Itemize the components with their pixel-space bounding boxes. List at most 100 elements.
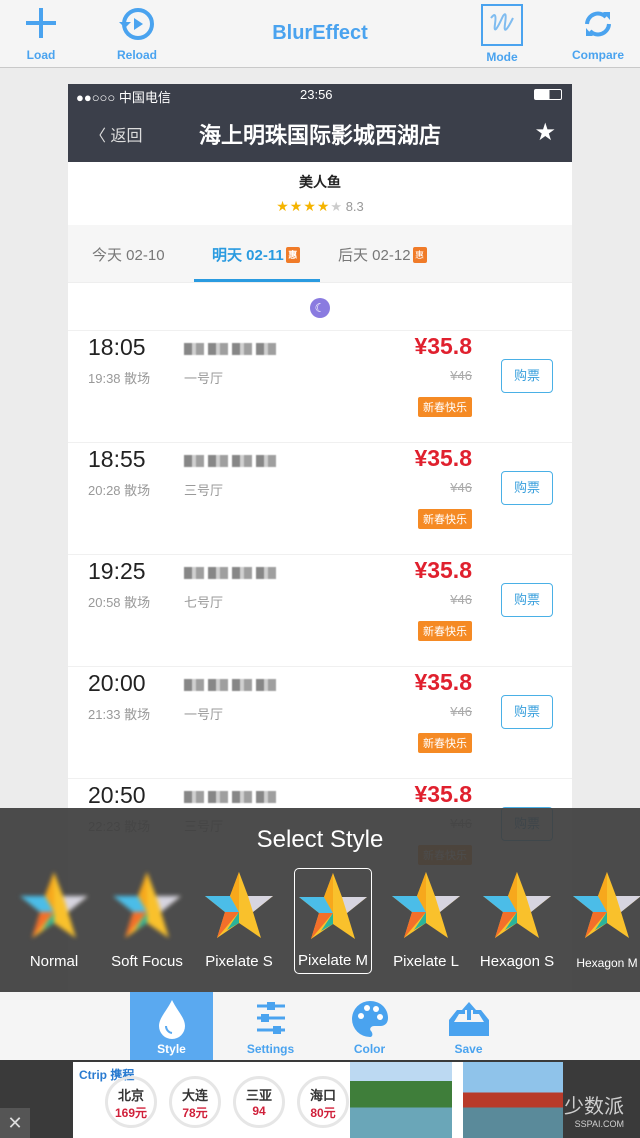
tab-label: 今天 02-10 (92, 247, 165, 264)
price: ¥35.8 (414, 445, 472, 471)
mode-label: Mode (486, 50, 518, 64)
tab-tomorrow[interactable]: 明天 02-11 惠 (212, 244, 300, 265)
tab-label: 明天 02-11 (212, 247, 284, 264)
app-title: BlurEffect (272, 22, 368, 44)
buy-ticket-button[interactable]: 购票 (501, 583, 553, 617)
end-time: 20:28 散场 (88, 483, 151, 498)
discount-badge: 惠 (412, 247, 427, 263)
style-option-soft-focus[interactable]: Soft Focus (108, 868, 186, 974)
ad-city-price[interactable]: 海口 80元 (297, 1076, 349, 1128)
price: ¥35.8 (414, 669, 472, 695)
tab-color[interactable]: Color (328, 992, 411, 1060)
top-toolbar: Load Reload BlurEffect Mode Compare (0, 0, 640, 68)
active-tab-indicator (194, 279, 320, 282)
style-picker: Select Style Normal Soft Focus Pixelate … (0, 808, 640, 992)
favorite-star-icon[interactable]: ★ (534, 118, 556, 147)
pixelated-text (184, 567, 280, 579)
refresh-compare-icon (585, 11, 611, 37)
pixelated-text (184, 679, 280, 691)
ad-banner[interactable]: Ctrip 携程 北京 169元 大连 78元 三亚 94 海口 80元 少数派 SSPAI.C… (0, 1060, 640, 1138)
ad-content[interactable]: Ctrip 携程 北京 169元 大连 78元 三亚 94 海口 80元 (73, 1062, 563, 1138)
load-label: Load (26, 48, 56, 62)
night-divider: ☾ (68, 283, 572, 330)
empty-star-icon: ★ (330, 199, 343, 214)
start-time: 20:00 (88, 670, 146, 696)
promo-badge: 新春快乐 (418, 733, 472, 753)
start-time: 19:25 (88, 558, 146, 584)
status-bar: ●●○○○ 中国电信 23:56 (68, 84, 572, 105)
ad-landscape-image (350, 1062, 452, 1138)
mode-scribble-icon (481, 4, 523, 46)
hall: 一号厅 (184, 371, 224, 386)
start-time: 18:55 (88, 446, 146, 472)
star-preview-icon (392, 872, 460, 938)
style-label: Hexagon M (576, 956, 638, 970)
watermark-text: 少数派 (564, 1096, 624, 1118)
style-label: Pixelate S (205, 953, 273, 970)
style-option-pixelate-l[interactable]: Pixelate L (387, 868, 465, 974)
compare-button[interactable]: Compare (558, 4, 638, 62)
tab-label: Save (454, 1042, 483, 1056)
pixelated-text (184, 791, 280, 803)
end-time: 19:38 散场 (88, 371, 151, 386)
city-price: 78元 (182, 1106, 208, 1120)
city-name: 北京 (117, 1088, 144, 1103)
hall: 七号厅 (184, 595, 224, 610)
style-option-pixelate-s[interactable]: Pixelate S (200, 868, 278, 974)
price: ¥35.8 (414, 333, 472, 359)
city-price: 80元 (310, 1106, 336, 1120)
showtime-row: 19:25 20:58 散场 七号厅 ¥35.8 ¥46 新春快乐 购票 (68, 554, 572, 666)
tab-label: Style (157, 1042, 186, 1056)
ad-city-price[interactable]: 大连 78元 (169, 1076, 221, 1128)
mode-button[interactable]: Mode (462, 4, 542, 64)
style-option-hexagon-m[interactable]: Hexagon M (568, 868, 640, 974)
tab-day-after[interactable]: 后天 02-12 惠 (338, 244, 427, 265)
battery-icon (534, 89, 562, 100)
showtime-row: 18:55 20:28 散场 三号厅 ¥35.8 ¥46 新春快乐 购票 (68, 442, 572, 554)
promo-badge: 新春快乐 (418, 397, 472, 417)
style-option-hexagon-s[interactable]: Hexagon S (478, 868, 556, 974)
pixelated-text (184, 455, 280, 467)
original-price: ¥46 (450, 368, 472, 383)
star-preview-icon (205, 872, 273, 938)
tab-label: 后天 02-12 (338, 247, 411, 264)
ad-pavilion-image (463, 1062, 563, 1138)
rating-score: 8.3 (345, 199, 364, 214)
style-picker-title: Select Style (256, 826, 384, 853)
close-ad-button[interactable]: ✕ (0, 1108, 30, 1138)
price: ¥35.8 (414, 557, 472, 583)
ad-city-price[interactable]: 三亚 94 (233, 1076, 285, 1128)
city-price: 169元 (114, 1106, 148, 1120)
cinema-title: 海上明珠国际影城西湖店 (198, 123, 441, 148)
tab-settings[interactable]: Settings (229, 992, 312, 1060)
save-export-icon (448, 1002, 489, 1036)
date-tabs: 今天 02-10 明天 02-11 惠 后天 02-12 惠 (68, 225, 572, 283)
tab-label: Color (353, 1042, 386, 1056)
tab-today[interactable]: 今天 02-10 (92, 244, 165, 265)
buy-ticket-button[interactable]: 购票 (501, 359, 553, 393)
buy-ticket-button[interactable]: 购票 (501, 695, 553, 729)
style-option-pixelate-m[interactable]: Pixelate M (294, 868, 372, 974)
showtime-row: 20:00 21:33 散场 一号厅 ¥35.8 ¥46 新春快乐 购票 (68, 666, 572, 778)
city-name: 大连 (181, 1088, 208, 1103)
ad-city-price[interactable]: 北京 169元 (105, 1076, 157, 1128)
hall: 一号厅 (184, 707, 224, 722)
sliders-icon (256, 1002, 285, 1034)
rating: ★★★★★ 8.3 (68, 198, 572, 215)
tab-save[interactable]: Save (427, 992, 510, 1060)
moon-icon: ☾ (310, 298, 330, 318)
rating-stars: ★★★★ (276, 198, 331, 214)
start-time: 18:05 (88, 334, 146, 360)
original-price: ¥46 (450, 704, 472, 719)
drop-icon (158, 1000, 185, 1039)
original-price: ¥46 (450, 592, 472, 607)
clock: 23:56 (300, 87, 333, 102)
style-label: Hexagon S (479, 953, 555, 970)
tab-label: Settings (246, 1042, 295, 1056)
promo-badge: 新春快乐 (418, 509, 472, 529)
buy-ticket-button[interactable]: 购票 (501, 471, 553, 505)
city-price: 94 (252, 1104, 266, 1118)
tab-style[interactable]: Style (130, 992, 213, 1060)
style-option-normal[interactable]: Normal (15, 868, 93, 974)
style-label: Pixelate L (393, 953, 459, 970)
